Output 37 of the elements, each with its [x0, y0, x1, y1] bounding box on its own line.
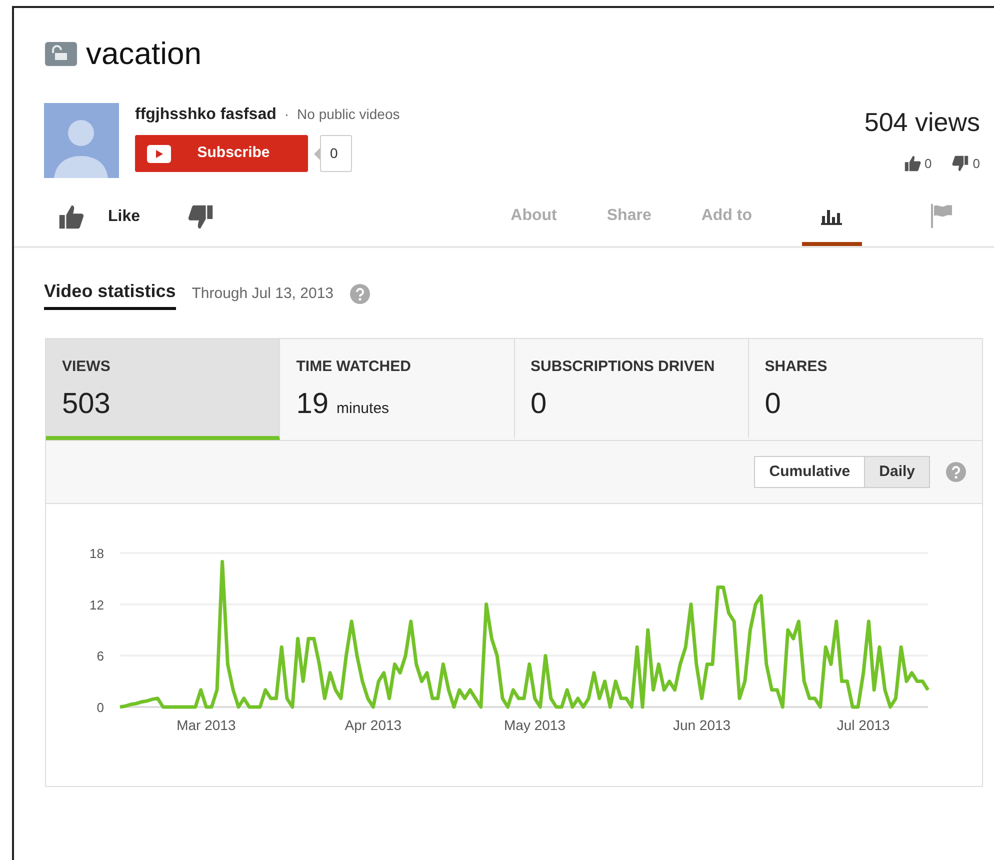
unlocked-icon — [44, 40, 78, 66]
dislike-count: 0 — [972, 155, 980, 173]
like-count: 0 — [924, 155, 932, 173]
axis-label: Mar 2013 — [176, 717, 236, 734]
flag-icon — [930, 204, 954, 228]
subscriber-count: 0 — [320, 135, 352, 172]
axis-label: 0 — [96, 700, 104, 716]
axis-label: 18 — [90, 546, 104, 562]
view-count: 504 views — [864, 106, 980, 139]
axis-label: Jun 2013 — [672, 717, 731, 734]
help-icon[interactable] — [946, 462, 966, 482]
channel-name[interactable]: ffgjhsshko fasfsad — [135, 103, 276, 127]
play-icon — [147, 144, 171, 162]
axis-label: 6 — [96, 648, 104, 664]
axis-label: Apr 2013 — [344, 717, 402, 734]
thumbs-down-icon — [188, 204, 214, 230]
subscribe-button[interactable]: Subscribe — [135, 135, 308, 172]
metric-tab[interactable]: SHARES 0 — [748, 339, 982, 440]
like-button[interactable]: Like — [58, 204, 140, 230]
axis-label: Jul 2013 — [836, 717, 890, 734]
thumbs-up-icon — [904, 155, 921, 172]
channel-note: No public videos — [297, 105, 400, 124]
date-range: Through Jul 13, 2013 — [192, 284, 334, 304]
help-icon[interactable] — [350, 284, 370, 304]
metric-tab[interactable]: SUBSCRIPTIONS DRIVEN 0 — [514, 339, 749, 440]
toggle-button[interactable]: Cumulative — [754, 456, 866, 488]
thumbs-up-icon — [58, 204, 84, 230]
dislike-button[interactable] — [188, 204, 214, 230]
separator-dot: · — [284, 105, 290, 124]
toggle-button[interactable]: Daily — [865, 456, 930, 488]
axis-label: 12 — [90, 598, 104, 613]
video-title: vacation — [86, 38, 202, 69]
axis-label: May 2013 — [504, 717, 566, 734]
metric-tab[interactable]: VIEWS 503 — [46, 339, 280, 440]
section-heading: Video statistics — [44, 278, 176, 310]
metric-tab[interactable]: TIME WATCHED 19 minutes — [280, 339, 514, 440]
thumbs-down-icon — [952, 155, 969, 172]
